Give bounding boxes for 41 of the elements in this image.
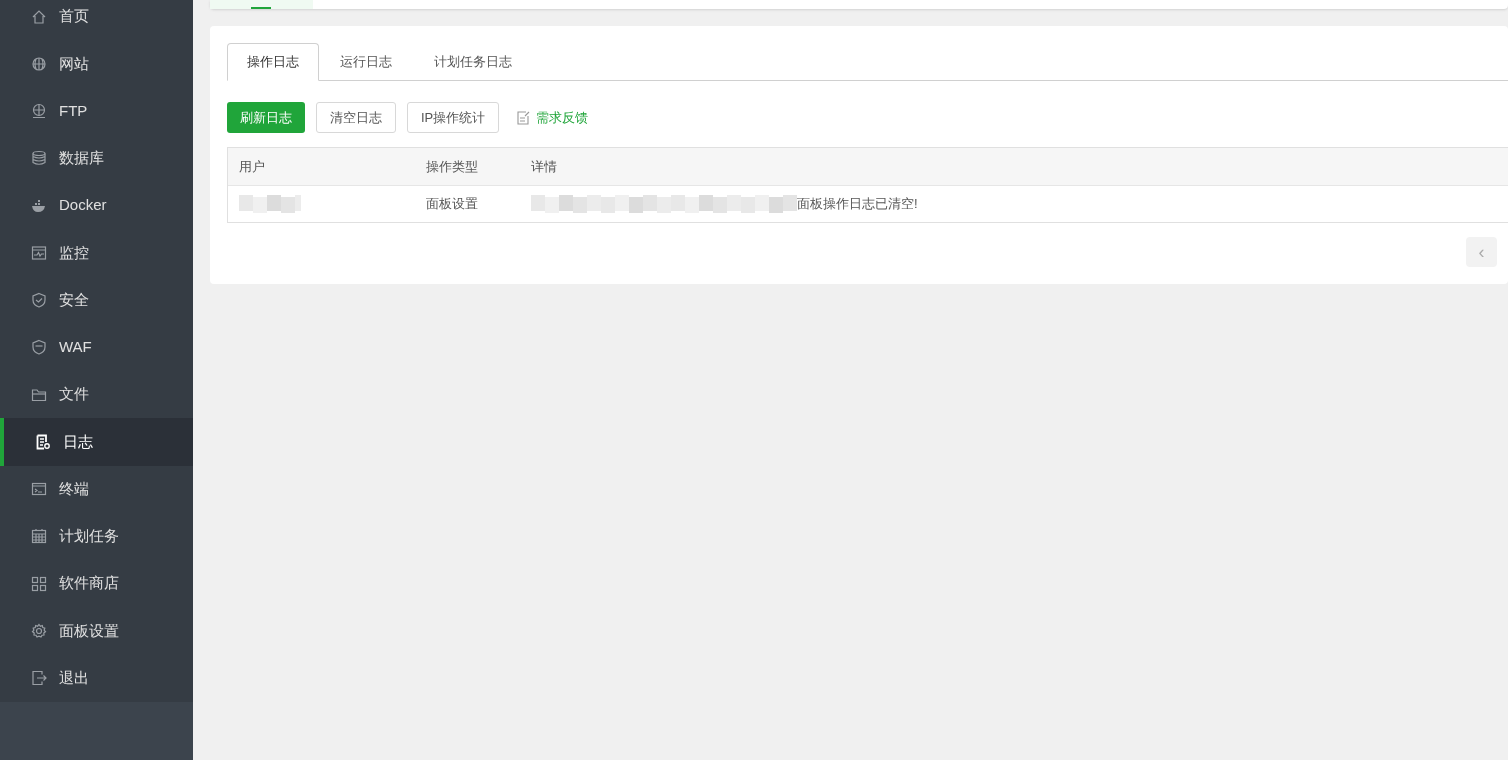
- calendar-icon: [31, 528, 47, 545]
- shield-icon: [31, 292, 47, 309]
- chart-icon: [31, 244, 47, 261]
- sidebar-item[interactable]: FTP: [0, 87, 193, 135]
- document-icon: [35, 433, 51, 450]
- column-header: 用户: [239, 158, 265, 174]
- globe-icon: [31, 103, 47, 120]
- shield-icon: [31, 339, 47, 356]
- sidebar-item[interactable]: 文件: [0, 371, 193, 419]
- column-header: 详情: [531, 158, 557, 174]
- sidebar-item[interactable]: 软件商店: [0, 560, 193, 608]
- edit-icon: [517, 110, 531, 125]
- sidebar-item[interactable]: 安全: [0, 276, 193, 324]
- grid-icon: [31, 575, 47, 592]
- sidebar-item[interactable]: WAF: [0, 323, 193, 371]
- toolbar-button[interactable]: 清空日志: [316, 102, 396, 133]
- tab[interactable]: 运行日志: [319, 43, 413, 81]
- tab[interactable]: 计划任务日志: [413, 43, 533, 81]
- sidebar-item[interactable]: 日志: [0, 418, 193, 466]
- logout-icon: [31, 670, 47, 687]
- sidebar-item[interactable]: 数据库: [0, 134, 193, 182]
- toolbar-button[interactable]: IP操作统计: [407, 102, 500, 133]
- sidebar-item[interactable]: 首页: [0, 0, 193, 41]
- tab[interactable]: 操作日志: [227, 43, 319, 81]
- terminal-icon: [31, 481, 47, 498]
- sidebar-item[interactable]: 面板设置: [0, 607, 193, 655]
- sidebar-item[interactable]: Docker: [0, 182, 193, 230]
- tab[interactable]: [210, 0, 313, 9]
- sidebar-item[interactable]: 监控: [0, 229, 193, 277]
- table-cell-text: 面板操作日志已清空!: [797, 195, 918, 214]
- column-header: 操作类型: [426, 158, 478, 174]
- table-cell: 面板设置: [426, 196, 478, 212]
- sidebar-item[interactable]: 计划任务: [0, 512, 193, 560]
- home-icon: [31, 8, 47, 25]
- database-icon: [31, 150, 47, 167]
- globe-icon: [31, 55, 47, 72]
- sidebar-item[interactable]: 退出: [0, 654, 193, 702]
- settings-icon: [31, 622, 47, 639]
- sidebar-item[interactable]: 终端: [0, 465, 193, 513]
- folder-icon: [31, 386, 47, 403]
- sidebar-item[interactable]: 网站: [0, 40, 193, 88]
